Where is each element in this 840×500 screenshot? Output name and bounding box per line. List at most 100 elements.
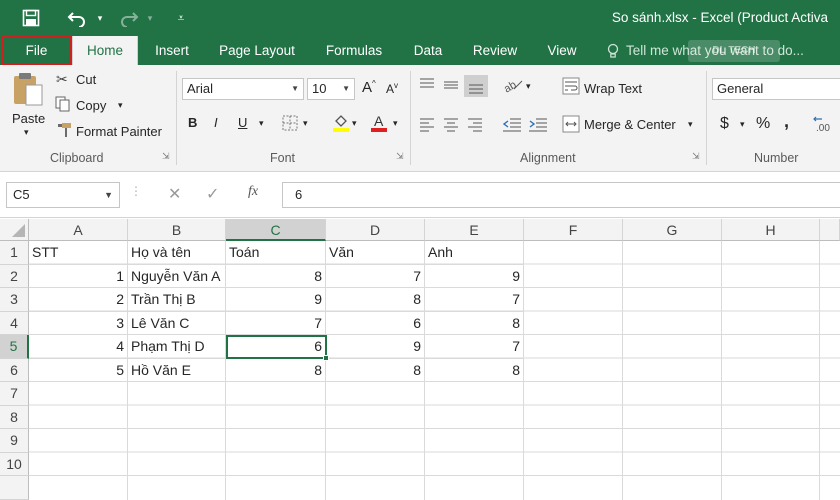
cell-d6[interactable]: 8 [326, 358, 425, 382]
tab-home[interactable]: Home [72, 36, 138, 65]
align-right-icon[interactable] [466, 116, 484, 135]
borders-icon[interactable] [282, 115, 298, 134]
clipboard-launcher-icon[interactable]: ⇲ [162, 151, 170, 162]
cell-c2[interactable]: 8 [226, 264, 326, 288]
fill-color-dropdown-icon[interactable]: ▾ [352, 118, 357, 129]
cell-b6[interactable]: Hồ Văn E [128, 358, 226, 382]
drag-handle-icon[interactable]: ⋮ [130, 184, 142, 198]
tab-file[interactable]: File [2, 36, 71, 65]
bold-button[interactable]: B [188, 115, 197, 130]
tab-page-layout[interactable]: Page Layout [212, 36, 302, 65]
borders-dropdown-icon[interactable]: ▾ [303, 118, 308, 129]
row-header-2[interactable]: 2 [0, 264, 29, 288]
save-icon[interactable] [18, 0, 44, 36]
cell-b5[interactable]: Phạm Thị D [128, 335, 226, 359]
paste-dropdown-icon[interactable]: ▾ [24, 127, 29, 138]
font-size-select[interactable]: 10 ▼ [307, 78, 355, 100]
cell-b4[interactable]: Lê Văn C [128, 311, 226, 335]
merge-center-button[interactable]: Merge & Center [584, 117, 676, 132]
row-header-8[interactable]: 8 [0, 405, 29, 429]
percent-button[interactable]: % [756, 115, 770, 133]
cell-a3[interactable]: 2 [29, 288, 128, 312]
row-header-10[interactable]: 10 [0, 452, 29, 476]
formula-input[interactable]: 6 [282, 182, 840, 208]
underline-dropdown-icon[interactable]: ▾ [259, 118, 264, 129]
copy-icon[interactable] [55, 96, 71, 115]
number-format-select[interactable]: General [712, 78, 840, 100]
currency-dropdown-icon[interactable]: ▾ [740, 119, 745, 130]
underline-button[interactable]: U [238, 115, 247, 130]
enter-icon[interactable]: ✓ [206, 184, 219, 204]
row-header-11[interactable] [0, 476, 29, 500]
column-header-b[interactable]: B [128, 219, 226, 241]
increase-decimal-icon[interactable]: .00 [812, 113, 840, 138]
paste-icon[interactable] [12, 71, 44, 107]
copy-dropdown-icon[interactable]: ▾ [118, 100, 123, 111]
column-header-f[interactable]: F [524, 219, 623, 241]
cut-icon[interactable]: ✂ [56, 71, 68, 88]
cell-b2[interactable]: Nguyễn Văn A [128, 264, 226, 288]
row-header-3[interactable]: 3 [0, 288, 29, 312]
comma-button[interactable]: , [784, 111, 789, 132]
align-top-icon[interactable] [418, 77, 436, 96]
cell-e3[interactable]: 7 [425, 288, 524, 312]
alignment-launcher-icon[interactable]: ⇲ [692, 151, 700, 162]
row-header-7[interactable]: 7 [0, 382, 29, 406]
cell-b1[interactable]: Họ và tên [128, 241, 226, 265]
tab-review[interactable]: Review [466, 36, 524, 65]
redo-icon[interactable] [116, 0, 142, 36]
increase-indent-icon[interactable] [528, 116, 548, 135]
column-header-e[interactable]: E [425, 219, 524, 241]
wrap-text-button[interactable]: Wrap Text [584, 81, 642, 96]
cell-e4[interactable]: 8 [425, 311, 524, 335]
row-header-4[interactable]: 4 [0, 311, 29, 335]
decrease-indent-icon[interactable] [502, 116, 522, 135]
cell-c4[interactable]: 7 [226, 311, 326, 335]
column-header-i[interactable] [820, 219, 840, 241]
grow-font-button[interactable]: A^ [362, 79, 376, 96]
column-header-c[interactable]: C [226, 219, 326, 241]
format-painter-button[interactable]: Format Painter [76, 124, 162, 139]
cell-b3[interactable]: Trần Thị B [128, 288, 226, 312]
cell-c6[interactable]: 8 [226, 358, 326, 382]
redo-dropdown-icon[interactable]: ▾ [144, 0, 156, 36]
column-header-a[interactable]: A [29, 219, 128, 241]
name-box[interactable]: C5 ▼ [6, 182, 120, 208]
align-middle-icon[interactable] [442, 77, 460, 96]
orientation-dropdown-icon[interactable]: ▾ [526, 81, 531, 92]
row-header-1[interactable]: 1 [0, 241, 29, 265]
tab-view[interactable]: View [540, 36, 584, 65]
currency-button[interactable]: $ [720, 115, 729, 133]
cancel-icon[interactable]: ✕ [168, 184, 181, 204]
paste-button[interactable]: Paste [12, 111, 45, 126]
cell-d2[interactable]: 7 [326, 264, 425, 288]
align-center-icon[interactable] [442, 116, 460, 135]
cell-e5[interactable]: 7 [425, 335, 524, 359]
italic-button[interactable]: I [214, 115, 218, 130]
cut-button[interactable]: Cut [76, 72, 96, 87]
tab-insert[interactable]: Insert [145, 36, 199, 65]
font-color-dropdown-icon[interactable]: ▾ [393, 118, 398, 129]
align-bottom-icon[interactable] [464, 75, 488, 97]
cell-e6[interactable]: 8 [425, 358, 524, 382]
shrink-font-button[interactable]: Av [386, 81, 398, 96]
row-header-6[interactable]: 6 [0, 358, 29, 382]
font-launcher-icon[interactable]: ⇲ [396, 151, 404, 162]
cell-c3[interactable]: 9 [226, 288, 326, 312]
cell-a1[interactable]: STT [29, 241, 128, 265]
align-left-icon[interactable] [418, 116, 436, 135]
column-header-g[interactable]: G [623, 219, 722, 241]
tab-data[interactable]: Data [406, 36, 450, 65]
column-header-h[interactable]: H [722, 219, 820, 241]
column-header-d[interactable]: D [326, 219, 425, 241]
orientation-icon[interactable]: ab [502, 77, 524, 96]
cell-d3[interactable]: 8 [326, 288, 425, 312]
active-cell-selection[interactable] [226, 334, 329, 361]
cell-a5[interactable]: 4 [29, 335, 128, 359]
cell-a6[interactable]: 5 [29, 358, 128, 382]
row-header-5[interactable]: 5 [0, 335, 29, 359]
merge-center-icon[interactable] [562, 115, 580, 136]
insert-function-icon[interactable]: fx [248, 184, 258, 200]
undo-icon[interactable] [64, 0, 90, 36]
tab-formulas[interactable]: Formulas [318, 36, 390, 65]
